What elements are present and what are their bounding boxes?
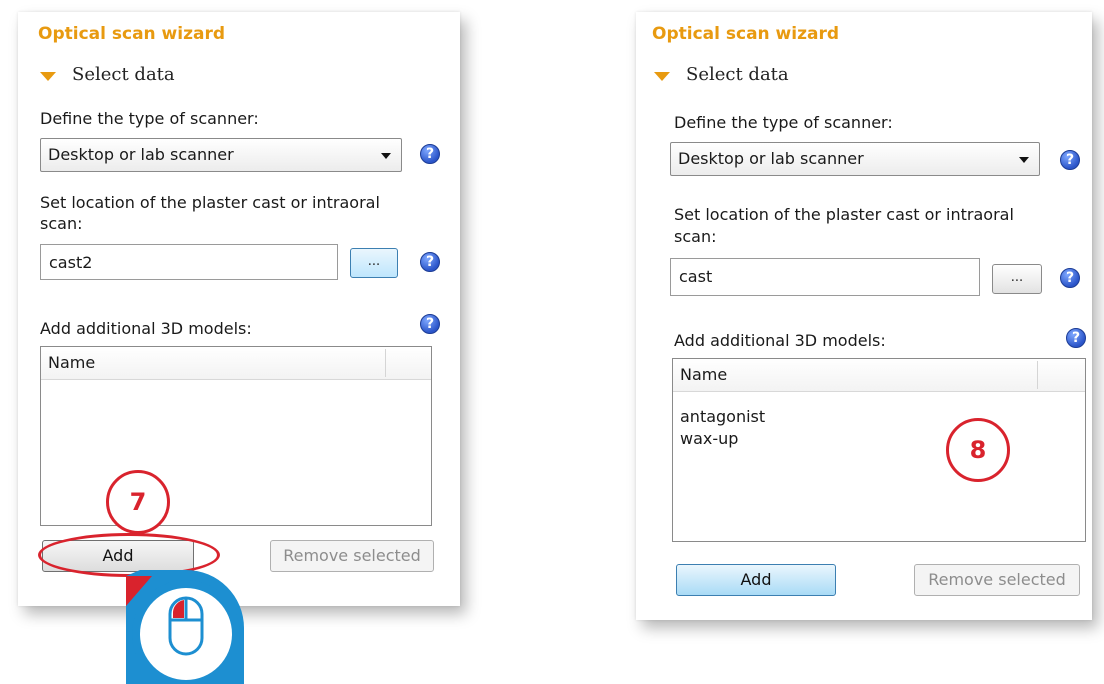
- list-header: Name: [41, 347, 431, 380]
- additional-models-list[interactable]: Name antagonist wax-up: [672, 358, 1086, 542]
- scanner-type-label: Define the type of scanner:: [40, 109, 259, 128]
- column-header-name[interactable]: Name: [48, 353, 95, 372]
- cast-location-label-line1: Set location of the plaster cast or intr…: [674, 205, 1014, 224]
- remove-selected-button[interactable]: Remove selected: [270, 540, 434, 572]
- list-header: Name: [673, 359, 1085, 392]
- step-marker-7: 7: [106, 470, 170, 534]
- help-icon[interactable]: ?: [420, 144, 440, 164]
- mouse-icon: [120, 568, 250, 684]
- browse-button[interactable]: ...: [350, 248, 398, 278]
- cast-location-label-line1: Set location of the plaster cast or intr…: [40, 193, 380, 212]
- scanner-type-value: Desktop or lab scanner: [678, 149, 864, 168]
- remove-selected-button[interactable]: Remove selected: [914, 564, 1080, 596]
- add-button[interactable]: Add: [676, 564, 836, 596]
- help-icon[interactable]: ?: [1066, 328, 1086, 348]
- wizard-title: Optical scan wizard: [652, 24, 840, 44]
- help-icon[interactable]: ?: [1060, 150, 1080, 170]
- cast-location-label-line2: scan:: [40, 214, 83, 233]
- scanner-type-dropdown[interactable]: Desktop or lab scanner: [40, 138, 402, 172]
- list-item[interactable]: antagonist: [680, 407, 765, 426]
- expand-triangle-icon[interactable]: [40, 72, 56, 81]
- column-divider: [385, 349, 386, 377]
- optical-scan-wizard-panel-left: Optical scan wizard Select data Define t…: [18, 12, 460, 606]
- additional-models-list[interactable]: Name: [40, 346, 432, 526]
- cast-location-label-line2: scan:: [674, 227, 717, 246]
- wizard-title: Optical scan wizard: [38, 24, 226, 44]
- cast-location-input[interactable]: cast: [670, 258, 980, 296]
- section-title: Select data: [72, 64, 175, 85]
- scanner-type-dropdown[interactable]: Desktop or lab scanner: [670, 142, 1040, 176]
- browse-button[interactable]: ...: [992, 264, 1042, 294]
- help-icon[interactable]: ?: [420, 314, 440, 334]
- additional-models-label: Add additional 3D models:: [40, 319, 252, 338]
- scanner-type-value: Desktop or lab scanner: [48, 145, 234, 164]
- help-icon[interactable]: ?: [1060, 268, 1080, 288]
- scanner-type-label: Define the type of scanner:: [674, 113, 893, 132]
- section-title: Select data: [686, 64, 789, 85]
- dropdown-arrow-icon: [381, 153, 391, 159]
- optical-scan-wizard-panel-right: Optical scan wizard Select data Define t…: [636, 12, 1092, 620]
- expand-triangle-icon[interactable]: [654, 72, 670, 81]
- dropdown-arrow-icon: [1019, 157, 1029, 163]
- column-header-name[interactable]: Name: [680, 365, 727, 384]
- additional-models-label: Add additional 3D models:: [674, 331, 886, 350]
- column-divider: [1037, 361, 1038, 389]
- help-icon[interactable]: ?: [420, 252, 440, 272]
- list-item[interactable]: wax-up: [680, 429, 738, 448]
- step-marker-8: 8: [946, 418, 1010, 482]
- cast-location-input[interactable]: cast2: [40, 244, 338, 280]
